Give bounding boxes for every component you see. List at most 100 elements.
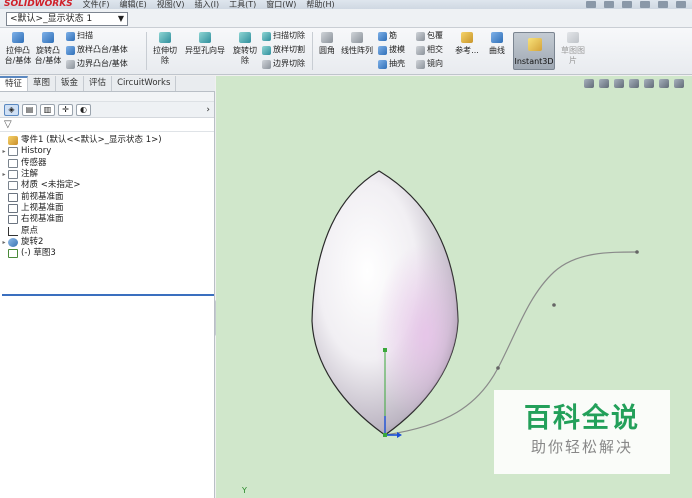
feature-manager-panel: ◈ ▤ ▥ ✛ ◐ › ▽ 零件1 (默认<<默认>_显示状态 1>) ▸ Hi… <box>0 92 215 498</box>
boundary-boss-button[interactable]: 边界凸台/基体 <box>66 59 128 69</box>
menu-view[interactable]: 视图(V) <box>157 0 185 9</box>
extrude-boss-button[interactable]: 拉伸凸 台/基体 <box>4 32 32 66</box>
hole-wizard-button[interactable]: 异型孔向导 <box>182 32 228 56</box>
expand-arrow-icon[interactable]: ▸ <box>0 237 8 248</box>
intersect-icon <box>416 45 425 55</box>
tree-item-origin[interactable]: 原点 <box>0 225 214 236</box>
loft-icon <box>66 45 75 55</box>
mirror-label: 镜向 <box>427 59 443 68</box>
tree-item-label: 右视基准面 <box>21 214 64 225</box>
extrude-cut-icon <box>159 32 171 43</box>
reference-geometry-button[interactable]: 参考... <box>452 32 482 56</box>
configuration-dropdown[interactable]: <默认>_显示状态 1 ▼ <box>6 12 128 26</box>
tab-features[interactable]: 特征 <box>0 76 29 91</box>
tab-evaluate[interactable]: 评估 <box>84 76 113 91</box>
menu-tools[interactable]: 工具(T) <box>229 0 256 9</box>
tree-item-label: 上视基准面 <box>21 202 64 213</box>
instant3d-button[interactable]: Instant3D <box>513 32 555 70</box>
configuration-manager-icon[interactable]: ▥ <box>40 103 55 116</box>
spline-point[interactable] <box>496 366 500 370</box>
menu-file[interactable]: 文件(F) <box>83 0 110 9</box>
sketch-picture-button[interactable]: 草图图 片 <box>558 32 588 66</box>
draft-button[interactable]: 拔模 <box>378 45 405 55</box>
tree-item-part[interactable]: 零件1 (默认<<默认>_显示状态 1>) <box>0 135 214 146</box>
fillet-button[interactable]: 圆角 <box>316 32 338 56</box>
tree-item-history[interactable]: ▸ History <box>0 146 214 157</box>
tree-item-annotations[interactable]: ▸ 注解 <box>0 169 214 180</box>
boundary-cut-icon <box>262 59 271 69</box>
property-manager-icon[interactable]: ▤ <box>22 103 37 116</box>
swept-cut-button[interactable]: 扫描切除 <box>262 31 305 41</box>
intersect-button[interactable]: 相交 <box>416 45 443 55</box>
wrap-button[interactable]: 包覆 <box>416 31 443 41</box>
wrap-label: 包覆 <box>427 31 443 40</box>
rollback-bar[interactable] <box>2 294 214 296</box>
revolve-boss-button[interactable]: 旋转凸 台/基体 <box>34 32 62 66</box>
curves-button[interactable]: 曲线 <box>484 32 510 56</box>
rib-icon <box>378 31 387 41</box>
feature-tree: 零件1 (默认<<默认>_显示状态 1>) ▸ History 传感器 ▸ 注解… <box>0 132 214 259</box>
tab-sheet-metal[interactable]: 钣金 <box>56 76 85 91</box>
expand-arrow-icon[interactable]: ▸ <box>0 146 8 157</box>
tree-item-label: 零件1 (默认<<默认>_显示状态 1>) <box>21 135 162 146</box>
plane-icon <box>8 192 18 202</box>
tree-item-top-plane[interactable]: 上视基准面 <box>0 203 214 214</box>
revolve-cut-button[interactable]: 旋转切 除 <box>230 32 260 66</box>
sketch-origin-point[interactable] <box>383 433 387 437</box>
tree-item-revolve[interactable]: ▸ 旋转2 <box>0 237 214 248</box>
linear-pattern-icon <box>351 32 363 43</box>
boundary-cut-label: 边界切除 <box>273 59 305 68</box>
spline-point[interactable] <box>552 303 556 307</box>
panel-collapse-strip[interactable] <box>0 92 214 102</box>
draft-label: 拔模 <box>389 45 405 54</box>
extrude-cut-button[interactable]: 拉伸切 除 <box>150 32 180 66</box>
save-icon[interactable] <box>622 1 632 8</box>
swept-cut-icon <box>262 31 271 41</box>
rebuild-icon[interactable] <box>658 1 668 8</box>
boundary-cut-button[interactable]: 边界切除 <box>262 59 305 69</box>
centerline-endpoint[interactable] <box>383 348 387 352</box>
linear-pattern-button[interactable]: 线性阵列 <box>340 32 374 56</box>
tree-item-sketch[interactable]: (-) 草图3 <box>0 248 214 259</box>
linear-pattern-label: 线性阵列 <box>341 46 373 55</box>
print-icon[interactable] <box>640 1 650 8</box>
sweep-button[interactable]: 扫描 <box>66 31 93 41</box>
menu-edit[interactable]: 编辑(E) <box>120 0 147 9</box>
tree-filter[interactable]: ▽ <box>0 118 214 132</box>
material-icon <box>8 181 18 191</box>
quick-access-toolbar <box>586 1 692 8</box>
open-file-icon[interactable] <box>604 1 614 8</box>
tree-item-right-plane[interactable]: 右视基准面 <box>0 214 214 225</box>
new-file-icon[interactable] <box>586 1 596 8</box>
tab-sketch[interactable]: 草图 <box>28 76 57 91</box>
menu-insert[interactable]: 插入(I) <box>195 0 220 9</box>
fillet-icon <box>321 32 333 43</box>
options-icon[interactable] <box>676 1 686 8</box>
tree-item-front-plane[interactable]: 前视基准面 <box>0 191 214 202</box>
dimxpert-icon[interactable]: ✛ <box>58 103 73 116</box>
loft-label: 放样凸台/基体 <box>77 45 128 54</box>
lofted-cut-button[interactable]: 放样切割 <box>262 45 305 55</box>
chevron-right-icon[interactable]: › <box>206 105 210 115</box>
menu-help[interactable]: 帮助(H) <box>306 0 334 9</box>
menu-window[interactable]: 窗口(W) <box>266 0 296 9</box>
hole-wizard-icon <box>199 32 211 43</box>
reference-geometry-icon <box>461 32 473 43</box>
loft-button[interactable]: 放样凸台/基体 <box>66 45 128 55</box>
feature-tree-icon[interactable]: ◈ <box>4 103 19 116</box>
sketch-picture-label: 草图图 片 <box>561 46 585 65</box>
tree-item-sensors[interactable]: 传感器 <box>0 158 214 169</box>
tab-circuitworks[interactable]: CircuitWorks <box>112 76 177 91</box>
revolve-cut-label: 旋转切 除 <box>233 46 257 65</box>
display-manager-icon[interactable]: ◐ <box>76 103 91 116</box>
reference-geometry-label: 参考... <box>455 46 479 55</box>
expand-arrow-icon[interactable]: ▸ <box>0 169 8 180</box>
mirror-button[interactable]: 镜向 <box>416 59 443 69</box>
tree-item-material[interactable]: 材质 <未指定> <box>0 180 214 191</box>
spline-endpoint[interactable] <box>635 250 639 254</box>
shell-button[interactable]: 抽壳 <box>378 59 405 69</box>
tree-item-label: 注解 <box>21 169 39 180</box>
curves-label: 曲线 <box>489 46 505 55</box>
rib-button[interactable]: 筋 <box>378 31 397 41</box>
revolve-feature-icon <box>8 237 18 247</box>
